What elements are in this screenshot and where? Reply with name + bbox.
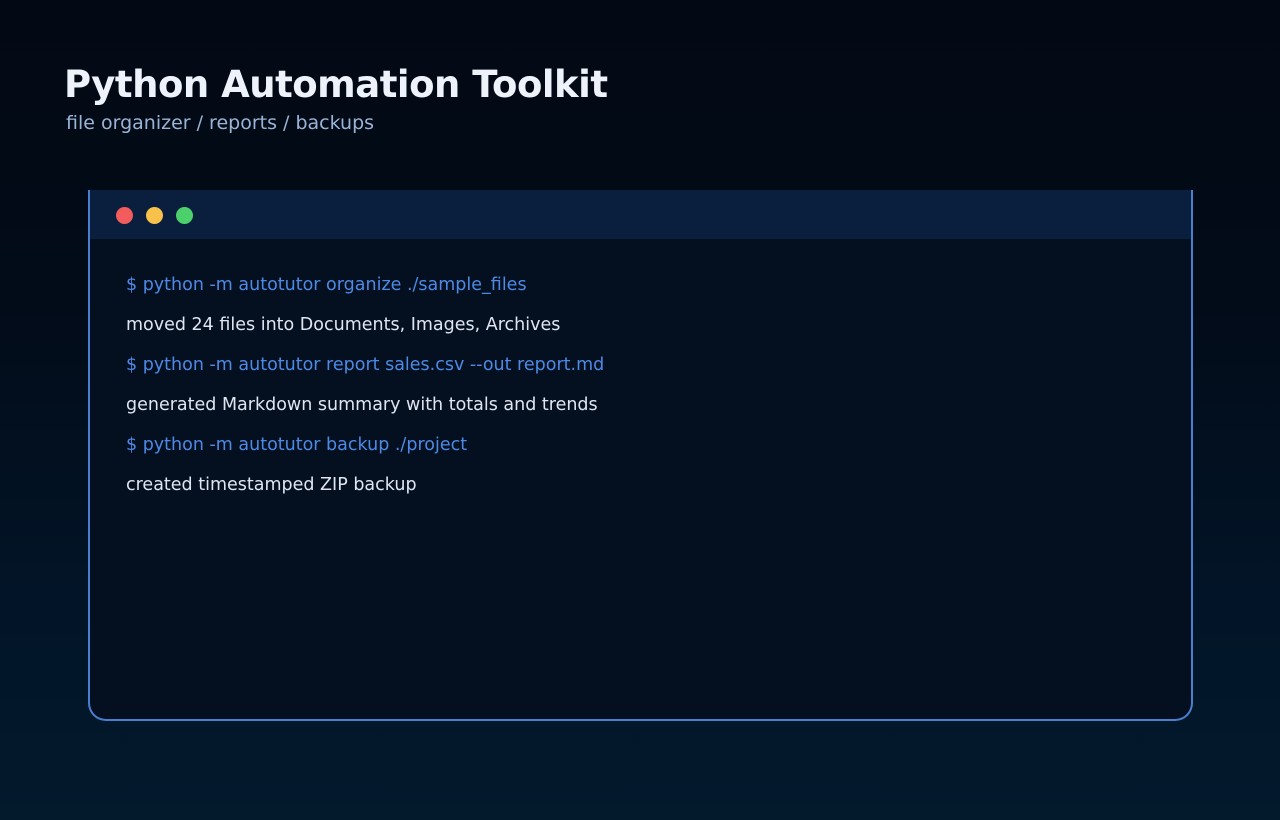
terminal-window: $ python -m autotutor organize ./sample_…	[88, 190, 1193, 721]
minimize-icon[interactable]	[146, 207, 163, 224]
terminal-command-line: $ python -m autotutor report sales.csv -…	[126, 355, 605, 375]
terminal-titlebar	[90, 190, 1191, 239]
terminal-output-line: created timestamped ZIP backup	[126, 475, 417, 495]
terminal-command-line: $ python -m autotutor organize ./sample_…	[126, 275, 527, 295]
terminal-output: $ python -m autotutor organize ./sample_…	[126, 272, 604, 512]
terminal-output-line: moved 24 files into Documents, Images, A…	[126, 315, 561, 335]
terminal-command-line: $ python -m autotutor backup ./project	[126, 435, 468, 455]
page-subtitle: file organizer / reports / backups	[66, 112, 375, 134]
page-title: Python Automation Toolkit	[64, 63, 608, 106]
maximize-icon[interactable]	[176, 207, 193, 224]
terminal-output-line: generated Markdown summary with totals a…	[126, 395, 598, 415]
close-icon[interactable]	[116, 207, 133, 224]
